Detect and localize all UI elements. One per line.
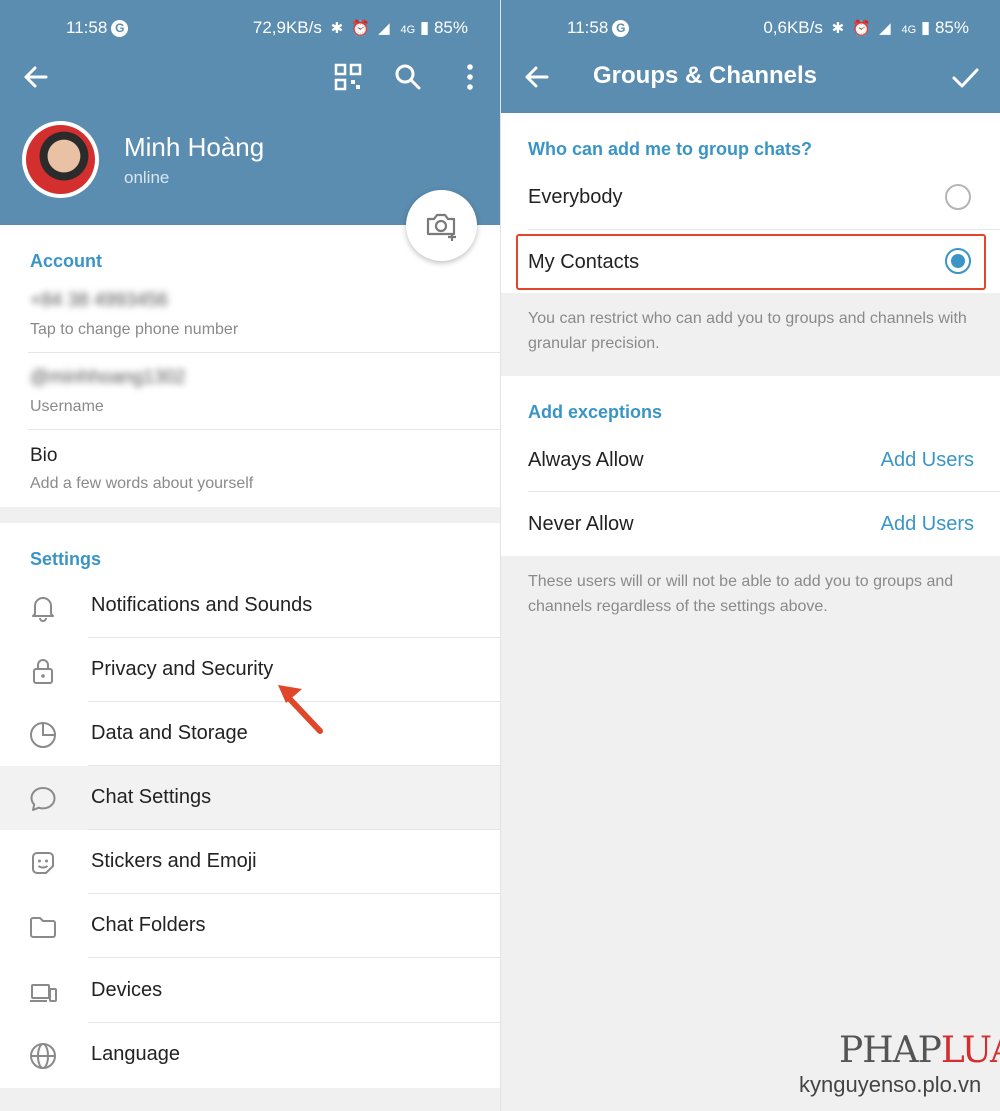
g-badge-icon: G bbox=[612, 20, 630, 37]
settings-item-label: Stickers and Emoji bbox=[91, 850, 257, 872]
divider bbox=[28, 352, 500, 353]
lock-icon bbox=[33, 659, 53, 684]
never-allow-row[interactable]: Never Allow Add Users bbox=[501, 492, 1000, 556]
g-badge-icon: G bbox=[111, 20, 129, 37]
battery-icon: ▮ bbox=[920, 18, 931, 37]
radio-everybody[interactable] bbox=[945, 184, 971, 210]
settings-section-title: Settings bbox=[30, 549, 102, 569]
back-arrow-icon[interactable] bbox=[517, 57, 557, 97]
add-photo-icon bbox=[426, 213, 456, 241]
settings-item-privacy[interactable]: Privacy and Security bbox=[0, 638, 500, 702]
add-users-link[interactable]: Add Users bbox=[881, 449, 974, 472]
profile-settings-screen: 11:58 G 72,9KB/s ✱ ⏰ ◢ 4G ▮ 85% Minh Hoàn… bbox=[0, 0, 500, 1111]
page-title: Groups & Channels bbox=[593, 62, 818, 89]
watermark-site: kynguyenso.plo.vn bbox=[799, 1072, 982, 1097]
settings-item-label: Chat Folders bbox=[91, 914, 206, 936]
network-speed: 72,9KB/s bbox=[252, 18, 322, 37]
highlight-box bbox=[516, 234, 986, 290]
more-vert-icon[interactable] bbox=[450, 57, 490, 97]
settings-item-notifications[interactable]: Notifications and Sounds bbox=[0, 574, 500, 638]
option-label: Everybody bbox=[528, 186, 623, 208]
status-time: 11:58 bbox=[66, 18, 108, 37]
battery-icon: ▮ bbox=[419, 18, 430, 37]
row-label: Never Allow bbox=[528, 513, 634, 535]
exceptions-info: These users will or will not be able to … bbox=[528, 573, 954, 615]
folder-icon bbox=[30, 917, 56, 938]
globe-icon bbox=[30, 1043, 56, 1069]
status-bar: 11:58 G 72,9KB/s ✱ ⏰ ◢ 4G ▮ 85% bbox=[0, 0, 500, 55]
settings-item-devices[interactable]: Devices bbox=[0, 959, 500, 1023]
chat-bubble-icon bbox=[30, 787, 56, 811]
network-type: 4G bbox=[400, 24, 416, 36]
profile-status: online bbox=[124, 168, 170, 187]
status-bar: 11:58 G 0,6KB/s ✱ ⏰ ◢ 4G ▮ 85% bbox=[501, 0, 1000, 55]
phone-hint: Tap to change phone number bbox=[30, 321, 239, 338]
annotation-arrow-icon bbox=[278, 685, 323, 734]
settings-item-label: Data and Storage bbox=[91, 722, 248, 744]
divider bbox=[28, 429, 500, 430]
username-value[interactable]: @minhhoang1302 bbox=[30, 367, 186, 389]
section-separator bbox=[0, 507, 500, 523]
section-separator bbox=[0, 1088, 500, 1111]
exceptions-card: Add exceptions Always Allow Add Users Ne… bbox=[501, 376, 1000, 556]
always-allow-row[interactable]: Always Allow Add Users bbox=[501, 428, 1000, 491]
who-can-add-info: You can restrict who can add you to grou… bbox=[528, 310, 967, 352]
search-icon[interactable] bbox=[388, 57, 428, 97]
sticker-icon bbox=[32, 852, 54, 874]
settings-item-label: Chat Settings bbox=[91, 786, 212, 808]
settings-item-language[interactable]: Language bbox=[0, 1023, 500, 1087]
devices-icon bbox=[30, 984, 57, 1002]
qr-code-icon[interactable] bbox=[328, 57, 368, 97]
settings-item-label: Devices bbox=[91, 979, 163, 1001]
watermark-logo: PHAPLUAT bbox=[839, 1030, 1000, 1071]
settings-item-folders[interactable]: Chat Folders bbox=[0, 894, 500, 958]
bio-label[interactable]: Bio bbox=[30, 445, 57, 467]
network-speed: 0,6KB/s bbox=[763, 18, 823, 37]
settings-item-label: Privacy and Security bbox=[91, 658, 274, 680]
pie-chart-icon bbox=[30, 722, 56, 748]
add-users-link[interactable]: Add Users bbox=[881, 513, 974, 536]
option-everybody[interactable]: Everybody bbox=[501, 165, 1000, 229]
bio-hint: Add a few words about yourself bbox=[30, 475, 254, 492]
row-label: Always Allow bbox=[528, 449, 644, 471]
battery-level: 85% bbox=[433, 18, 468, 37]
network-type: 4G bbox=[901, 24, 917, 36]
exceptions-title: Add exceptions bbox=[528, 402, 663, 422]
account-section-title: Account bbox=[30, 251, 102, 271]
username-hint: Username bbox=[30, 398, 104, 415]
settings-item-stickers[interactable]: Stickers and Emoji bbox=[0, 830, 500, 894]
who-can-add-title: Who can add me to group chats? bbox=[528, 139, 813, 159]
settings-item-label: Language bbox=[91, 1043, 180, 1065]
settings-item-chat[interactable]: Chat Settings bbox=[0, 766, 500, 830]
avatar[interactable] bbox=[22, 121, 99, 198]
back-arrow-icon[interactable] bbox=[16, 57, 56, 97]
checkmark-icon[interactable] bbox=[945, 57, 985, 97]
set-photo-button[interactable] bbox=[406, 190, 477, 261]
status-time: 11:58 bbox=[567, 18, 609, 37]
phone-number[interactable]: +84 38 4993456 bbox=[30, 290, 168, 312]
settings-item-data[interactable]: Data and Storage bbox=[0, 702, 500, 766]
settings-item-label: Notifications and Sounds bbox=[91, 594, 313, 616]
groups-channels-screen: 11:58 G 0,6KB/s ✱ ⏰ ◢ 4G ▮ 85% Groups & C… bbox=[500, 0, 1000, 1111]
profile-name: Minh Hoàng bbox=[124, 132, 265, 162]
bell-icon bbox=[32, 597, 54, 622]
battery-level: 85% bbox=[934, 18, 969, 37]
status-icons: ✱ ⏰ ◢ bbox=[330, 20, 392, 37]
status-icons: ✱ ⏰ ◢ bbox=[831, 20, 893, 37]
